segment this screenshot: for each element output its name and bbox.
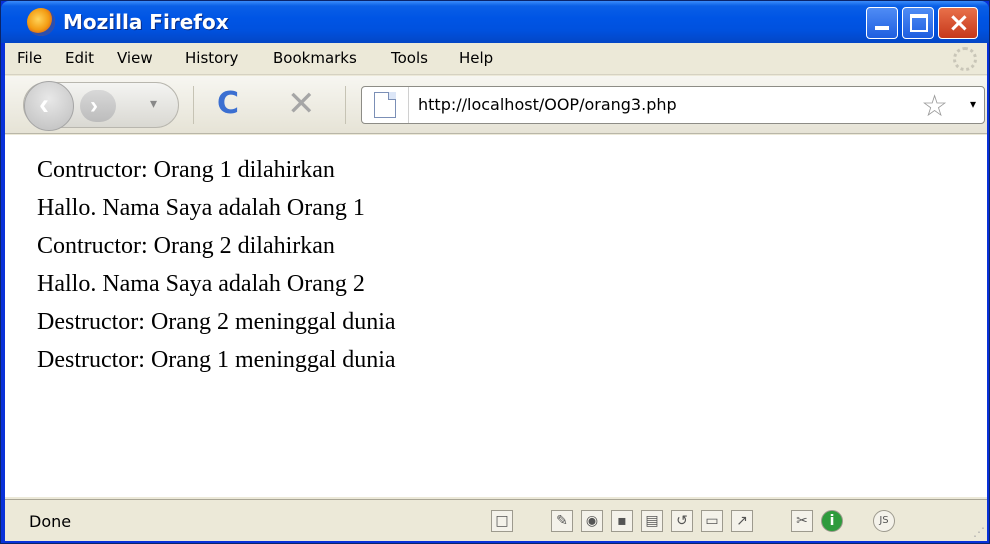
menu-help[interactable]: Help (459, 49, 493, 67)
tools-icon[interactable]: ✂ (791, 510, 813, 532)
throbber-icon (953, 47, 977, 71)
title-bar[interactable]: Mozilla Firefox × (1, 1, 989, 43)
menu-edit[interactable]: Edit (65, 49, 94, 67)
browser-window: Mozilla Firefox × File Edit View History… (0, 0, 990, 544)
globe-icon[interactable]: ◉ (581, 510, 603, 532)
toolbar-separator (193, 86, 194, 124)
page-content: Contructor: Orang 1 dilahirkan Hallo. Na… (5, 135, 987, 497)
resize-grip-icon[interactable]: ⋰ (973, 525, 985, 539)
window-title: Mozilla Firefox (63, 10, 229, 34)
menu-bookmarks[interactable]: Bookmarks (273, 49, 357, 67)
menu-bar: File Edit View History Bookmarks Tools H… (5, 43, 987, 75)
content-line: Destructor: Orang 1 meninggal dunia (37, 347, 396, 373)
url-text[interactable]: http://localhost/OOP/orang3.php (418, 95, 677, 114)
minimize-icon (875, 26, 889, 30)
firefox-logo-icon (27, 8, 55, 36)
content-line: Contructor: Orang 2 dilahirkan (37, 233, 335, 259)
page-icon[interactable]: □ (491, 510, 513, 532)
printer-icon[interactable]: ▤ (641, 510, 663, 532)
menu-tools[interactable]: Tools (391, 49, 428, 67)
page-favicon-icon (374, 92, 396, 118)
minimize-button[interactable] (866, 7, 898, 39)
reload-icon[interactable]: C (217, 86, 239, 121)
url-dropdown-icon[interactable]: ▾ (970, 97, 976, 111)
chart-icon[interactable]: ↗ (731, 510, 753, 532)
back-arrow-icon: ‹ (39, 88, 49, 121)
close-button[interactable]: × (938, 7, 978, 39)
content-line: Hallo. Nama Saya adalah Orang 1 (37, 195, 365, 221)
content-line: Hallo. Nama Saya adalah Orang 2 (37, 271, 365, 297)
menu-file[interactable]: File (17, 49, 42, 67)
content-line: Contructor: Orang 1 dilahirkan (37, 157, 335, 183)
back-button[interactable]: ‹ (24, 81, 74, 131)
pencil-icon[interactable]: ✎ (551, 510, 573, 532)
address-bar[interactable]: http://localhost/OOP/orang3.php ☆ ▾ (361, 86, 985, 124)
back-forward-group: ‹ › ▾ (23, 81, 179, 131)
menu-history[interactable]: History (185, 49, 238, 67)
url-separator (408, 87, 409, 123)
window-icon[interactable]: ▭ (701, 510, 723, 532)
maximize-button[interactable] (902, 7, 934, 39)
save-icon[interactable]: ▪ (611, 510, 633, 532)
js-icon[interactable]: JS (873, 510, 895, 532)
navigation-toolbar: ‹ › ▾ C ✕ http://localhost/OOP/orang3.ph… (5, 76, 987, 134)
bookmark-star-icon[interactable]: ☆ (921, 89, 948, 124)
info-icon[interactable]: i (821, 510, 843, 532)
status-text: Done (29, 512, 72, 531)
status-bar: Done □ ✎ ◉ ▪ ▤ ↺ ▭ ↗ ✂ i JS ⋰ (5, 499, 987, 541)
refresh-icon[interactable]: ↺ (671, 510, 693, 532)
content-line: Destructor: Orang 2 meninggal dunia (37, 309, 396, 335)
close-icon: × (948, 8, 970, 38)
maximize-icon (910, 14, 928, 32)
menu-view[interactable]: View (117, 49, 153, 67)
browser-client-area: File Edit View History Bookmarks Tools H… (5, 43, 987, 541)
history-dropdown-icon[interactable]: ▾ (150, 95, 157, 112)
stop-icon[interactable]: ✕ (287, 84, 316, 124)
toolbar-separator (345, 86, 346, 124)
forward-button[interactable]: › (80, 90, 116, 122)
forward-arrow-icon: › (90, 92, 98, 119)
